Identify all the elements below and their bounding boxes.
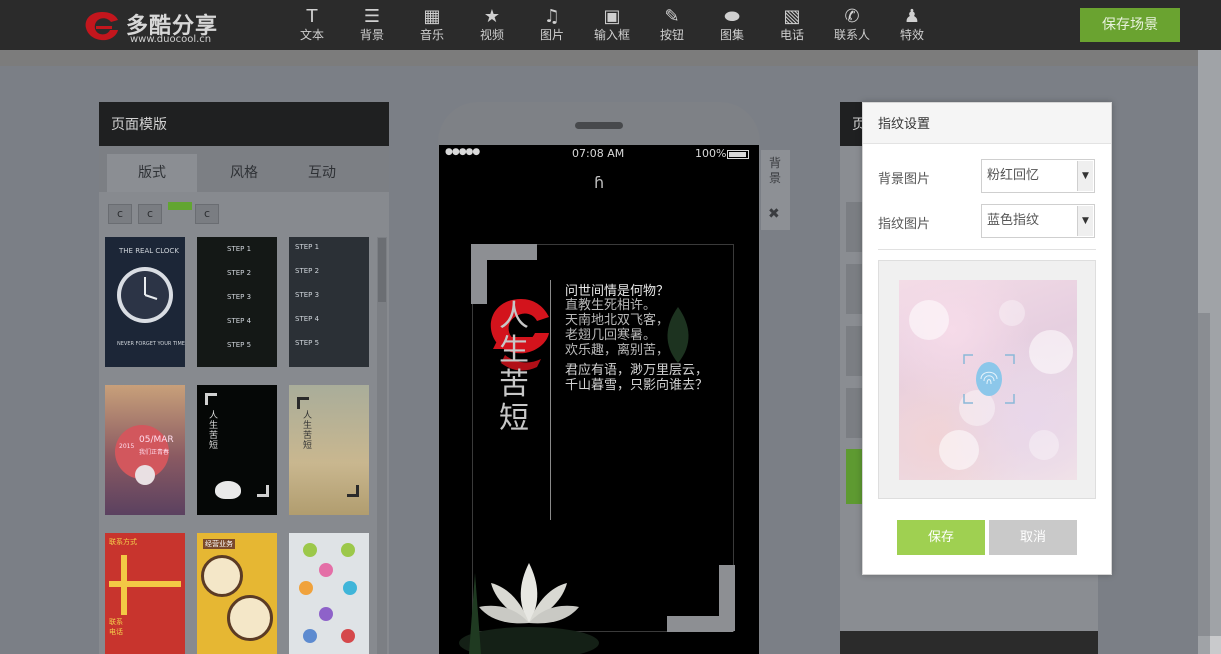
fingerprint-preview — [878, 260, 1096, 499]
brand-logo[interactable]: 多酷分享 www.duocool.cn — [80, 6, 240, 46]
tool-music[interactable]: ▦ 音乐 — [407, 6, 457, 46]
template-thumb-poem-dark[interactable]: 人生苦短 — [197, 385, 277, 515]
phone-icon: ▧ — [783, 6, 801, 27]
battery-icon — [727, 150, 749, 159]
fingerprint-icon[interactable] — [963, 354, 1015, 404]
date-dot — [135, 465, 155, 485]
chevron-down-icon: ▼ — [1077, 161, 1093, 191]
tool-image[interactable]: ♫ 图片 — [527, 6, 577, 46]
template-thumb-steps-grey[interactable]: STEP 1 STEP 2 STEP 3 STEP 4 STEP 5 — [289, 237, 369, 367]
template-scrollbar-thumb[interactable] — [378, 238, 386, 302]
template-panel: 页面模版 版式 风格 互动 c c c THE REAL CLOCK NEVER… — [99, 102, 389, 654]
canvas-strip — [0, 50, 1198, 66]
frame-bracket-right — [719, 565, 735, 631]
tool-input-box[interactable]: ▣ 输入框 — [587, 6, 637, 46]
tool-text[interactable]: T 文本 — [287, 6, 337, 46]
fingerprint-image-select[interactable]: 蓝色指纹 ▼ — [981, 204, 1095, 238]
gallery-icon: ⬬ — [724, 6, 740, 27]
save-scene-button[interactable]: 保存场景 — [1080, 8, 1180, 42]
fingerprint-settings-dialog: 指纹设置 背景图片 粉红回忆 ▼ 指纹图片 蓝色指纹 ▼ 保存 取消 — [862, 102, 1112, 575]
battery-percent: 100% — [695, 147, 727, 160]
tab-style[interactable]: 风格 — [199, 154, 289, 192]
button-icon: ✎ — [664, 6, 680, 27]
dialog-title: 指纹设置 — [863, 103, 1111, 144]
vertical-title: 人生苦短 — [499, 299, 529, 436]
input-box-icon: ▣ — [603, 6, 621, 27]
phone-preview: ●●●●● 07:08 AM 100% ɦ 人生苦短 问世间情是何物？ 直教生死… — [438, 102, 760, 654]
signal-icon: ●●●●● — [445, 147, 480, 157]
tool-video[interactable]: ★ 视频 — [467, 6, 517, 46]
tool-phone[interactable]: ▧ 电话 — [767, 6, 817, 46]
brand-url: www.duocool.cn — [130, 34, 212, 45]
tool-background[interactable]: ☰ 背景 — [347, 6, 397, 46]
background-image-value: 粉红回忆 — [987, 168, 1040, 183]
tab-layout[interactable]: 版式 — [107, 154, 197, 192]
poem-line: 千山暮雪，只影向谁去？ — [565, 378, 709, 393]
video-icon: ★ — [483, 6, 501, 27]
filter-chip[interactable]: c — [195, 204, 219, 224]
effects-icon: ♟ — [903, 6, 921, 27]
divider-line — [550, 280, 551, 520]
template-thumb-date[interactable]: 05/MAR 我们正青春 2015 — [105, 385, 185, 515]
tool-effects[interactable]: ♟ 特效 — [887, 6, 937, 46]
music-icon: ▦ — [423, 6, 441, 27]
text-icon: T — [306, 6, 318, 27]
logo-icon — [85, 12, 118, 41]
page-scrollbar-thumb[interactable] — [1198, 313, 1210, 636]
lotus-icon — [459, 563, 599, 654]
lotus-icon — [215, 481, 241, 499]
filter-chip[interactable]: c — [138, 204, 162, 224]
template-thumb-steps-dark[interactable]: STEP 1 STEP 2 STEP 3 STEP 4 STEP 5 — [197, 237, 277, 367]
tool-gallery[interactable]: ⬬ 图集 — [707, 6, 757, 46]
background-icon: ☰ — [363, 6, 381, 27]
save-button[interactable]: 保存 — [897, 520, 985, 555]
scrollbar-corner — [1210, 636, 1221, 654]
template-thumb-contact[interactable]: 联系方式 联系电话 — [105, 533, 185, 654]
template-thumb-business[interactable]: 经营业务 — [197, 533, 277, 654]
phone-screen[interactable]: ●●●●● 07:08 AM 100% ɦ 人生苦短 问世间情是何物？ 直教生死… — [439, 145, 759, 654]
template-thumb-clock[interactable]: THE REAL CLOCK NEVER FORGET YOUR TIME — [105, 237, 185, 367]
music-note-icon[interactable]: ɦ — [594, 173, 604, 192]
template-thumb-bubbles[interactable] — [289, 533, 369, 654]
background-side-tab[interactable]: 背景 ✖ — [761, 150, 790, 230]
tab-interaction[interactable]: 互动 — [277, 154, 367, 192]
properties-footer — [840, 631, 1098, 654]
cancel-button[interactable]: 取消 — [989, 520, 1077, 555]
close-icon[interactable]: ✖ — [768, 206, 780, 222]
fingerprint-image-value: 蓝色指纹 — [987, 213, 1040, 228]
status-time: 07:08 AM — [572, 147, 625, 160]
template-panel-title: 页面模版 — [99, 102, 389, 146]
status-bar: ●●●●● 07:08 AM 100% — [439, 145, 759, 163]
contact-icon: ✆ — [844, 6, 860, 27]
poem-lines: 直教生死相许。 天南地北双飞客， 老翅几回寒暑。 欢乐趣，离别苦， — [565, 298, 670, 358]
top-toolbar: 多酷分享 www.duocool.cn T 文本 ☰ 背景 ▦ 音乐 ★ 视频 … — [0, 0, 1221, 50]
preview-background-image — [899, 280, 1077, 480]
template-thumb-poem-light[interactable]: 人生苦短 — [289, 385, 369, 515]
poem-title: 问世间情是何物？ — [565, 284, 670, 299]
template-tabs: 版式 风格 互动 — [99, 146, 389, 192]
dialog-divider — [878, 249, 1096, 250]
background-image-select[interactable]: 粉红回忆 ▼ — [981, 159, 1095, 193]
filter-chip-active[interactable] — [168, 202, 192, 210]
fingerprint-image-label: 指纹图片 — [878, 217, 931, 232]
filter-chip[interactable]: c — [108, 204, 132, 224]
background-tab-label: 背景 — [768, 156, 781, 185]
phone-speaker — [575, 122, 623, 129]
leaf-icon — [667, 307, 689, 363]
background-image-label: 背景图片 — [878, 172, 931, 187]
clock-icon — [117, 267, 173, 323]
tool-contact[interactable]: ✆ 联系人 — [827, 6, 877, 46]
image-icon: ♫ — [543, 6, 561, 27]
chevron-down-icon: ▼ — [1077, 206, 1093, 236]
tool-button[interactable]: ✎ 按钮 — [647, 6, 697, 46]
